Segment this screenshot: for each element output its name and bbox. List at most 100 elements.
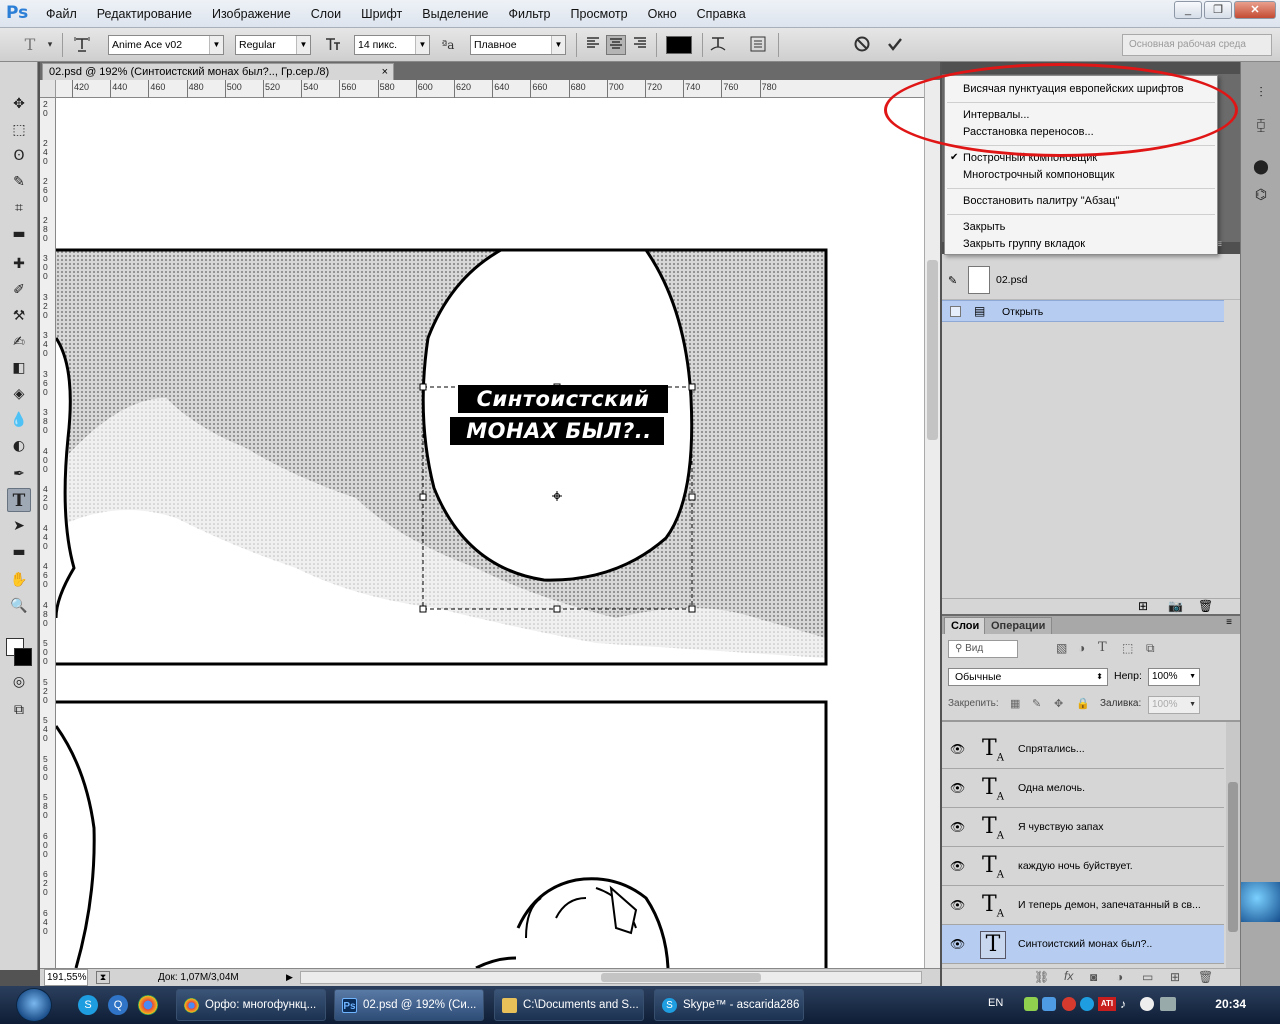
visibility-eye-icon[interactable]: 👁 [950,898,966,912]
paint-bucket-tool-icon[interactable]: ◈ [7,382,31,406]
menu-item-every-line-composer[interactable]: Многострочный компоновщик [963,169,1114,181]
menu-item-close-tab-group[interactable]: Закрыть группу вкладок [963,238,1085,250]
marquee-tool-icon[interactable]: ⬚ [7,118,31,142]
adjustments-panel-icon[interactable]: ⧮ [1251,116,1271,136]
lock-transparency-icon[interactable]: ▦ [1010,697,1020,710]
lasso-tool-icon[interactable]: ʘ [7,144,31,168]
ati-tray-icon[interactable]: ATI [1098,997,1116,1011]
lock-image-icon[interactable]: ✎ [1032,697,1041,710]
new-document-from-state-icon[interactable]: ⊞ [1138,599,1148,613]
network-icon[interactable] [1160,997,1176,1011]
history-source-checkbox[interactable] [950,306,961,317]
tray-app-icon[interactable] [1140,997,1154,1011]
workspace-select[interactable]: Основная рабочая среда [1122,34,1272,56]
tab-actions[interactable]: Операции [984,617,1053,634]
menu-layers[interactable]: Слои [301,0,351,28]
tray-app-icon[interactable] [1042,997,1056,1011]
link-layers-icon[interactable]: ⛓ [1034,970,1049,984]
new-group-icon[interactable]: ▭ [1142,970,1153,984]
new-layer-icon[interactable]: ⊞ [1170,970,1180,984]
adjustment-filter-icon[interactable]: ◑ [1078,641,1085,655]
scrollbar-thumb[interactable] [601,973,761,982]
minimize-button[interactable]: _ [1174,1,1202,19]
layer-row[interactable]: 👁 TA Я чувствую запах [942,808,1224,847]
menu-edit[interactable]: Редактирование [87,0,202,28]
fill-field[interactable]: 100% ▼ [1148,696,1200,714]
menu-type[interactable]: Шрифт [351,0,412,28]
crop-tool-icon[interactable]: ⌗ [7,196,31,220]
blend-mode-select[interactable]: Обычные ⬍ [948,668,1108,686]
history-brush-icon[interactable]: ✎ [948,274,957,287]
font-style-select[interactable]: Regular ▼ [235,35,311,55]
zoom-tool-icon[interactable]: 🔍 [7,594,31,618]
align-left-icon[interactable] [583,35,603,55]
layer-list-scrollbar[interactable] [1226,722,1240,968]
layer-row[interactable]: 👁 TA Одна мелочь. [942,769,1224,808]
ruler-tool-icon[interactable]: ▬ [7,222,31,246]
taskbar-button-photoshop[interactable]: Ps 02.psd @ 192% (Си... [334,989,484,1021]
pixel-filter-icon[interactable]: ▧ [1056,641,1067,655]
smart-object-filter-icon[interactable]: ⧉ [1146,641,1155,656]
rectangle-tool-icon[interactable]: ▬ [7,540,31,564]
menu-select[interactable]: Выделение [412,0,498,28]
text-layer-line-2[interactable]: монах был?.. [452,417,666,445]
adjustment-layer-icon[interactable]: ◑ [1116,970,1123,984]
camera-icon[interactable]: 📷 [1168,599,1183,613]
history-brush-tool-icon[interactable]: ✍ [7,330,31,354]
menu-view[interactable]: Просмотр [561,0,638,28]
path-selection-tool-icon[interactable]: ➤ [7,514,31,538]
eraser-tool-icon[interactable]: ◧ [7,356,31,380]
preset-dropdown-icon[interactable]: ▾ [40,35,60,55]
menu-window[interactable]: Окно [638,0,687,28]
scrollbar-thumb[interactable] [927,260,938,440]
healing-brush-tool-icon[interactable]: ✚ [7,252,31,276]
tray-app-icon[interactable] [1062,997,1076,1011]
layer-row[interactable]: 👁 TA каждую ночь буйствует. [942,847,1224,886]
taskbar-button-chrome[interactable]: Орфо: многофункц... [176,989,326,1021]
character-paragraph-panel-icon[interactable] [748,35,768,55]
align-center-icon[interactable] [606,35,626,55]
opacity-field[interactable]: 100% ▼ [1148,668,1200,686]
tab-layers[interactable]: Слои [944,617,987,634]
canvas-vertical-scrollbar[interactable] [924,80,940,968]
brush-tool-icon[interactable]: ✐ [7,278,31,302]
panel-menu-icon[interactable]: ≡ [1226,617,1232,628]
delete-layer-icon[interactable]: 🗑 [1198,970,1213,984]
quick-mask-icon[interactable]: ◎ [7,670,31,694]
background-color-swatch[interactable] [14,648,32,666]
clone-stamp-tool-icon[interactable]: ⚒ [7,304,31,328]
blur-tool-icon[interactable]: 💧 [7,408,31,432]
dodge-tool-icon[interactable]: ◐ [7,434,31,458]
lock-all-icon[interactable]: 🔒 [1076,697,1090,710]
pen-tool-icon[interactable]: ✒ [7,462,31,486]
layer-row-selected[interactable]: 👁 T Синтоистский монах был?.. [942,925,1224,964]
font-family-select[interactable]: Anime Ace v02 ▼ [108,35,224,55]
messenger-icon[interactable]: Q [108,995,128,1015]
menu-item-justification[interactable]: Интервалы... [963,109,1029,121]
hand-tool-icon[interactable]: ✋ [7,568,31,592]
trash-icon[interactable]: 🗑 [1198,599,1213,613]
histogram-panel-icon[interactable]: ⫶ [1251,84,1271,104]
layer-style-icon[interactable]: fx [1064,969,1073,983]
volume-icon[interactable]: ♪ [1120,997,1134,1011]
status-options-icon[interactable]: ⧗ [96,971,110,984]
history-snapshot[interactable]: ✎ 02.psd [942,262,1240,300]
menu-item-single-line-composer[interactable]: Построчный компоновщик [963,152,1097,164]
chrome-icon[interactable] [138,995,158,1015]
type-tool-icon[interactable]: T [7,488,31,512]
taskbar-button-explorer[interactable]: C:\Documents and S... [494,989,644,1021]
document-canvas[interactable]: Синтоистский монах был?.. [56,98,924,968]
start-button[interactable] [16,988,52,1022]
type-tool-preset-icon[interactable]: T [20,35,40,55]
menu-help[interactable]: Справка [687,0,756,28]
layer-row[interactable]: 👁 TA И теперь демон, запечатанный в св..… [942,886,1224,925]
close-tab-icon[interactable]: × [382,64,388,80]
skype-icon[interactable]: S [78,995,98,1015]
menu-item-close[interactable]: Закрыть [963,221,1005,233]
text-color-swatch[interactable] [666,36,692,54]
layer-filter-select[interactable]: ⚲ Вид [948,640,1018,658]
menu-item-reset-paragraph[interactable]: Восстановить палитру "Абзац" [963,195,1119,207]
font-size-select[interactable]: 14 пикс. ▼ [354,35,430,55]
visibility-eye-icon[interactable]: 👁 [950,742,966,756]
text-layer-line-1[interactable]: Синтоистский [456,385,670,413]
